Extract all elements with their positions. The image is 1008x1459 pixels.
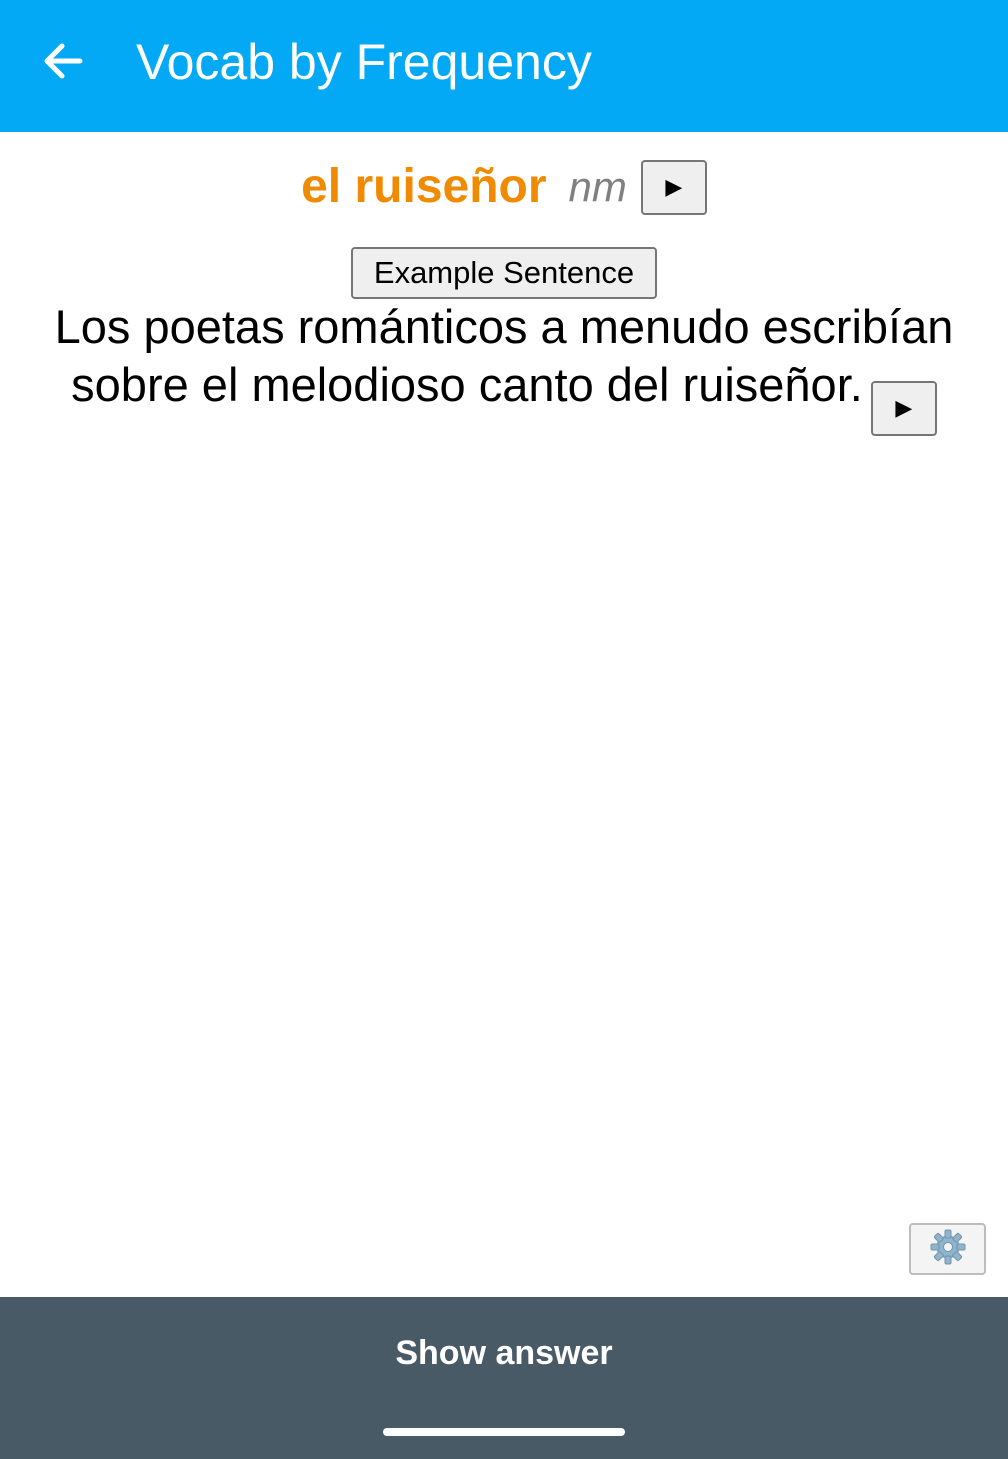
back-button[interactable] bbox=[28, 28, 98, 94]
show-answer-button[interactable]: Show answer bbox=[0, 1323, 1008, 1383]
page-title: Vocab by Frequency bbox=[136, 34, 592, 90]
play-sentence-audio-button[interactable]: ▶ bbox=[870, 380, 937, 436]
play-word-audio-button[interactable]: ▶ bbox=[640, 159, 707, 215]
bottom-bar: Show answer bbox=[0, 1297, 1008, 1459]
example-sentence-text: Los poetas románticos a menudo escribían… bbox=[54, 300, 954, 411]
gear-icon bbox=[929, 1228, 967, 1271]
play-icon: ▶ bbox=[665, 174, 683, 199]
app-bar: Vocab by Frequency bbox=[0, 0, 1008, 132]
arrow-left-icon bbox=[44, 43, 83, 79]
gesture-nav-handle[interactable] bbox=[383, 1428, 625, 1436]
part-of-speech: nm bbox=[568, 163, 627, 210]
vocab-word: el ruiseñor bbox=[301, 160, 547, 213]
example-sentence-button[interactable]: Example Sentence bbox=[351, 247, 657, 299]
vocab-word-row: el ruiseñor nm ▶ bbox=[0, 156, 1008, 218]
example-sentence: Los poetas románticos a menudo escribían… bbox=[14, 298, 994, 436]
settings-button[interactable] bbox=[909, 1223, 986, 1275]
play-icon: ▶ bbox=[895, 395, 913, 420]
